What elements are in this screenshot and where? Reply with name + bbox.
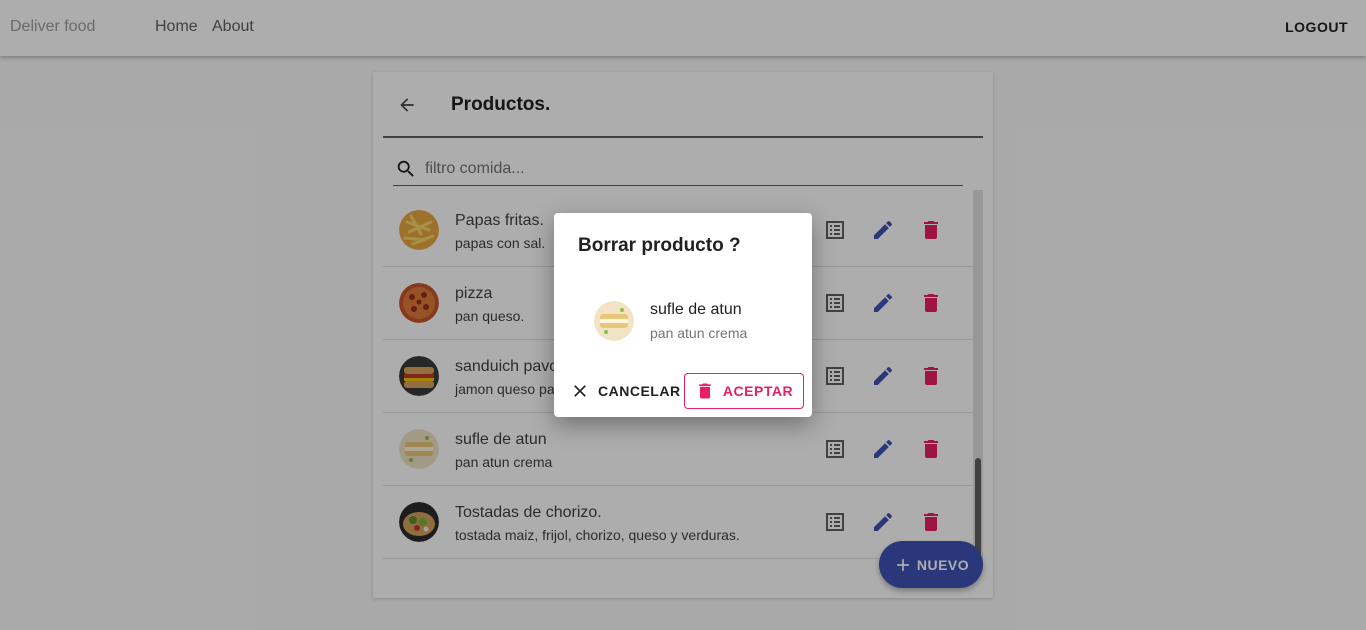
dialog-item-name: sufle de atun [650, 301, 742, 318]
tuna-souffle-image [594, 301, 634, 341]
dialog-item-description: pan atun crema [650, 325, 748, 341]
accept-label: ACEPTAR [722, 383, 794, 399]
accept-button[interactable]: ACEPTAR [684, 373, 804, 409]
cancel-button[interactable]: CANCELAR [562, 373, 689, 409]
cancel-label: CANCELAR [598, 383, 681, 399]
delete-trash-icon [699, 383, 711, 399]
delete-confirm-dialog: Borrar producto ? sufle de atun pan atun… [554, 213, 812, 417]
dialog-title: Borrar producto ? [578, 235, 741, 256]
close-icon [574, 385, 586, 397]
